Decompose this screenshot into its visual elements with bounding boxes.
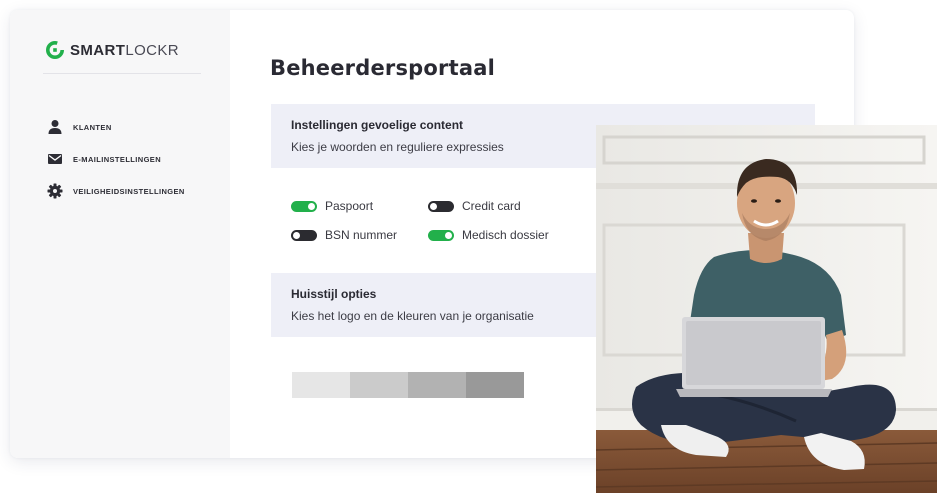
toggle-switch[interactable] xyxy=(291,229,317,241)
toggle-label: Paspoort xyxy=(325,199,374,213)
brand-divider xyxy=(43,73,201,74)
brand-name-bold: SMART xyxy=(70,41,126,59)
toggle-switch[interactable] xyxy=(428,200,454,212)
toggle-label: Medisch dossier xyxy=(462,228,549,242)
brand-logo[interactable]: SMARTLOCKR xyxy=(46,41,179,59)
color-swatch-3[interactable] xyxy=(408,372,466,398)
sidebar-item-label: KLANTEN xyxy=(73,122,112,132)
toggle-medisch-dossier[interactable]: Medisch dossier xyxy=(428,228,549,242)
color-swatch-1[interactable] xyxy=(292,372,350,398)
brand-name-light: LOCKR xyxy=(125,41,180,59)
sidebar-item-label: VEILIGHEIDSINSTELLINGEN xyxy=(73,186,185,196)
brand-name: SMARTLOCKR xyxy=(70,42,179,59)
toggle-switch[interactable] xyxy=(428,229,454,241)
sidebar-item-label: E-MAILINSTELLINGEN xyxy=(73,154,162,164)
section-title: Huisstijl opties xyxy=(291,287,377,301)
toggle-credit-card[interactable]: Credit card xyxy=(428,199,521,213)
color-swatch-4[interactable] xyxy=(466,372,524,398)
smartlockr-logo-icon xyxy=(46,41,64,59)
gear-icon xyxy=(47,183,63,199)
section-subtitle: Kies je woorden en reguliere expressies xyxy=(291,140,504,154)
toggle-switch[interactable] xyxy=(291,200,317,212)
email-icon xyxy=(48,154,62,164)
toggle-label: BSN nummer xyxy=(325,228,398,242)
toggle-bsn-nummer[interactable]: BSN nummer xyxy=(291,228,397,242)
sidebar-item-email[interactable]: E-MAILINSTELLINGEN xyxy=(47,151,161,167)
page-title: Beheerdersportaal xyxy=(270,56,495,80)
photo-illustration xyxy=(596,125,937,493)
sidebar-item-security[interactable]: VEILIGHEIDSINSTELLINGEN xyxy=(47,183,185,199)
toggle-label: Credit card xyxy=(462,199,521,213)
toggle-paspoort[interactable]: Paspoort xyxy=(291,199,373,213)
sidebar: SMARTLOCKR KLANTEN E-MAILINSTELLINGEN VE… xyxy=(10,10,230,458)
section-title: Instellingen gevoelige content xyxy=(291,118,464,132)
user-icon xyxy=(48,120,62,134)
man-with-laptop-photo xyxy=(596,125,937,493)
color-swatches xyxy=(292,372,524,398)
sidebar-item-klanten[interactable]: KLANTEN xyxy=(47,119,112,135)
color-swatch-2[interactable] xyxy=(350,372,408,398)
section-subtitle: Kies het logo en de kleuren van je organ… xyxy=(291,309,534,323)
